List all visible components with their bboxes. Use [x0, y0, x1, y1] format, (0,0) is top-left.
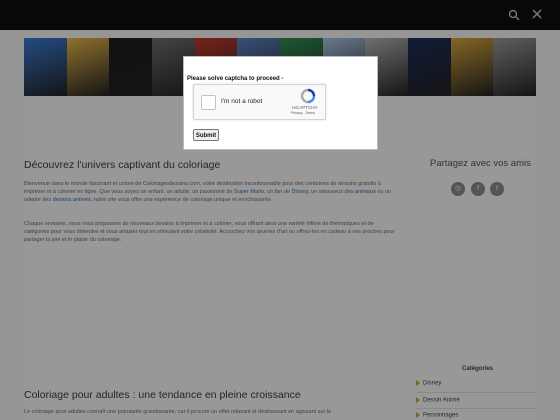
recaptcha-logo-icon	[300, 88, 316, 104]
captcha-modal: Please solve captcha to proceed - I'm no…	[183, 56, 378, 150]
submit-button[interactable]: Submit	[193, 129, 219, 141]
recaptcha-brand: reCAPTCHA	[292, 105, 318, 110]
recaptcha-widget: I'm not a robot reCAPTCHA Privacy - Term…	[193, 84, 326, 120]
captcha-message: Please solve captcha to proceed -	[187, 76, 284, 82]
recaptcha-terms-link[interactable]: Privacy - Terms	[291, 111, 315, 115]
captcha-checkbox[interactable]	[201, 95, 216, 110]
captcha-label: I'm not a robot	[221, 98, 263, 105]
